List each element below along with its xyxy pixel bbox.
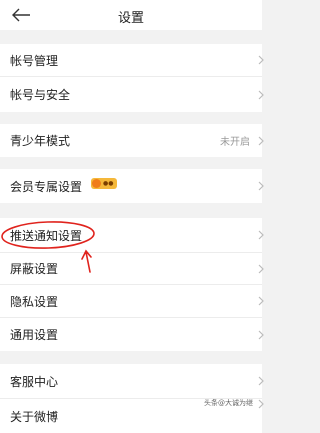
settings-item-customer-service[interactable]: 客服中心: [0, 364, 264, 398]
settings-item-label: 帐号与安全: [10, 88, 71, 102]
youth-mode-status: 未开启: [220, 137, 250, 148]
watermark: 头条@大诚为继: [204, 399, 253, 407]
settings-item-label: 帐号管理: [10, 53, 59, 68]
chevron-right-icon: [258, 230, 264, 240]
settings-item-label: 会员专属设置: [10, 179, 83, 194]
settings-item-vip[interactable]: 会员专属设置: [0, 169, 264, 203]
chevron-right-icon: [258, 136, 264, 145]
chevron-right-icon: [258, 90, 264, 99]
chevron-right-icon: [258, 330, 264, 339]
chevron-right-icon: [258, 181, 264, 191]
chevron-right-icon: [258, 55, 264, 65]
vip-crown-icon: ●●: [91, 178, 117, 189]
chevron-right-icon: [258, 296, 264, 306]
settings-item-label: 通用设置: [10, 328, 59, 342]
settings-item-label: 关于微博: [10, 410, 59, 424]
page-title: 设置: [117, 11, 144, 26]
settings-item-account-security[interactable]: 帐号与安全: [0, 77, 264, 112]
top-bar: 设置: [0, 0, 262, 30]
settings-item-account-management[interactable]: 帐号管理: [0, 44, 264, 76]
settings-item-block[interactable]: 屏蔽设置: [0, 253, 264, 284]
vip-badge-mark: ●●: [103, 180, 114, 187]
settings-item-privacy[interactable]: 隐私设置: [0, 285, 264, 317]
crown-icon: [92, 179, 101, 188]
settings-item-general[interactable]: 通用设置: [0, 318, 264, 351]
chevron-right-icon: [258, 399, 264, 409]
settings-item-label: 推送通知设置: [10, 228, 83, 243]
settings-item-push-notifications[interactable]: 推送通知设置: [0, 218, 264, 252]
settings-item-label: 屏蔽设置: [10, 262, 59, 276]
chevron-right-icon: [258, 264, 264, 273]
settings-item-label: 客服中心: [10, 374, 59, 389]
settings-item-label: 隐私设置: [10, 294, 59, 309]
settings-item-youth-mode[interactable]: 青少年模式 未开启: [0, 124, 264, 157]
chevron-right-icon: [258, 376, 264, 386]
settings-item-label: 青少年模式: [10, 134, 71, 148]
